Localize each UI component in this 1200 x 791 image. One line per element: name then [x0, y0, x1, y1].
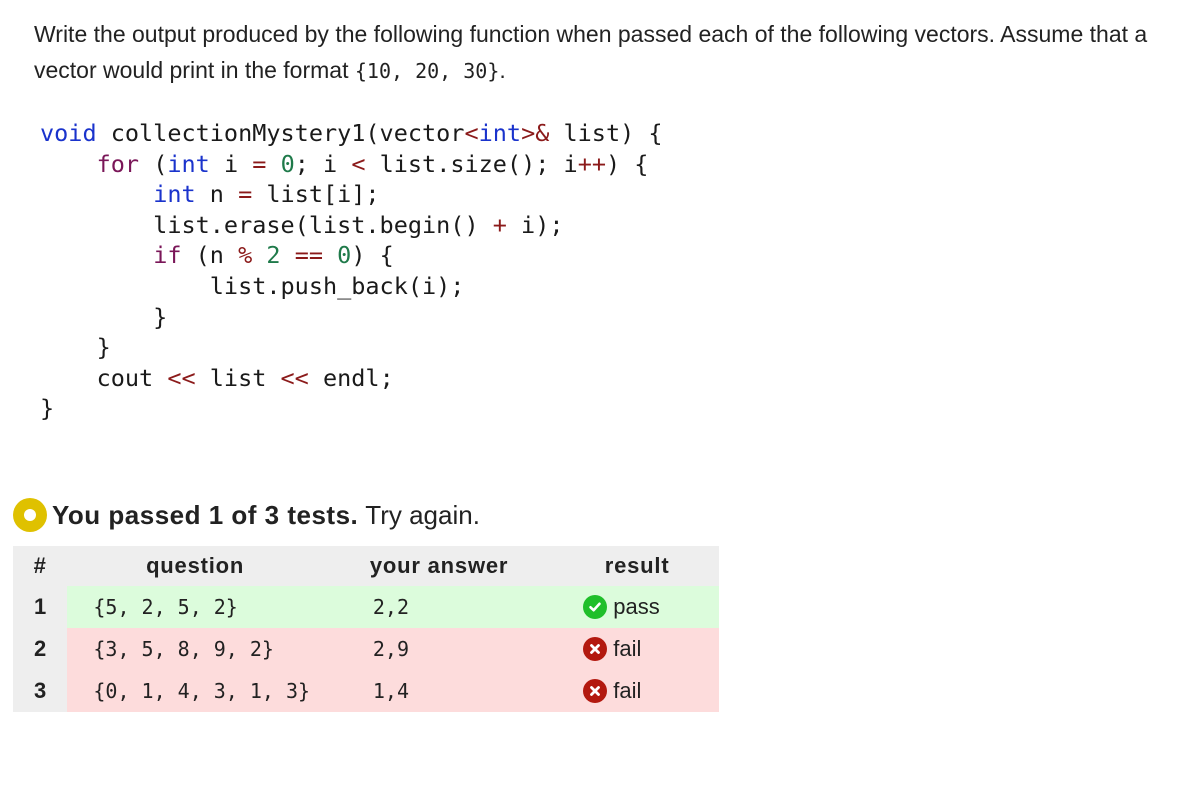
row-number: 1 — [13, 586, 68, 628]
code-token: } — [40, 394, 55, 423]
code-line: list.push_back(i); — [40, 271, 663, 302]
passed-count-text: You passed 1 of 3 tests. — [52, 499, 359, 530]
code-token: i); — [506, 210, 564, 239]
row-question: {5, 2, 5, 2} — [67, 586, 323, 628]
code-line: cout << list << endl; — [40, 363, 663, 394]
code-token: 0 — [280, 149, 295, 178]
code-token: list.size(); i — [365, 149, 578, 178]
code-token: ) { — [351, 241, 394, 270]
x-circle-icon — [583, 679, 608, 703]
table-header-row: # question your answer result — [13, 546, 719, 586]
code-line: list.erase(list.begin() + i); — [40, 210, 663, 241]
table-row: 3 {0, 1, 4, 3, 1, 3} 1,4 fail — [13, 670, 719, 712]
row-question: {0, 1, 4, 3, 1, 3} — [67, 670, 323, 712]
code-token: >& — [521, 119, 550, 147]
code-token: 0 — [337, 241, 352, 270]
row-result: fail — [555, 628, 719, 670]
code-token: + — [492, 210, 507, 239]
code-token: ++ — [577, 149, 606, 178]
code-token: ( — [139, 149, 168, 178]
code-token: for — [96, 149, 140, 178]
code-token: endl; — [308, 363, 394, 392]
code-token: list[i]; — [252, 180, 380, 209]
x-circle-icon — [583, 637, 608, 661]
test-summary: You passed 1 of 3 tests. Try again. — [13, 498, 480, 532]
code-token: cout — [40, 363, 168, 392]
row-question: {3, 5, 8, 9, 2} — [67, 628, 323, 670]
code-block: void collectionMystery1(vector<int>& lis… — [40, 118, 663, 424]
result-label: fail — [613, 678, 642, 703]
format-example: {10, 20, 30} — [354, 59, 500, 83]
check-circle-icon — [583, 595, 608, 619]
header-number: # — [13, 546, 68, 586]
code-token: int — [478, 119, 522, 147]
code-token: == — [294, 241, 323, 270]
code-token: << — [167, 363, 196, 392]
code-token: collectionMystery1(vector — [96, 119, 465, 147]
row-number: 2 — [13, 628, 68, 670]
code-line: for (int i = 0; i < list.size(); i++) { — [40, 149, 663, 180]
code-token: list) { — [549, 119, 663, 147]
header-your-answer: your answer — [322, 546, 556, 586]
code-token: 2 — [266, 241, 281, 270]
row-answer: 2,2 — [322, 586, 556, 628]
code-line: } — [40, 302, 663, 333]
code-token: int — [153, 180, 196, 209]
code-line: void collectionMystery1(vector<int>& lis… — [40, 118, 663, 149]
result-label: pass — [613, 594, 660, 619]
code-token: if — [153, 241, 182, 270]
code-token: < — [464, 119, 479, 147]
code-line: } — [40, 332, 663, 363]
partial-status-icon — [13, 498, 47, 532]
row-answer: 1,4 — [322, 670, 556, 712]
code-line: int n = list[i]; — [40, 179, 663, 210]
code-token: = — [252, 149, 267, 178]
code-line: } — [40, 393, 663, 424]
row-result: fail — [555, 670, 719, 712]
try-again-text: Try again. — [365, 499, 480, 530]
code-token: void — [40, 119, 97, 147]
code-token: (n — [181, 241, 239, 270]
results-table: # question your answer result 1 {5, 2, 5… — [13, 546, 719, 712]
code-token: } — [40, 333, 111, 362]
code-token: ; i — [294, 149, 352, 178]
code-token: int — [167, 149, 210, 178]
code-token: < — [351, 149, 366, 178]
row-number: 3 — [13, 670, 68, 712]
code-token: list.erase(list.begin() — [40, 210, 493, 239]
row-answer: 2,9 — [322, 628, 556, 670]
code-token: % — [238, 241, 253, 270]
header-result: result — [555, 546, 719, 586]
code-line: if (n % 2 == 0) { — [40, 240, 663, 271]
prompt-end: . — [499, 57, 506, 83]
code-token: n — [195, 180, 239, 209]
code-token: << — [280, 363, 309, 392]
code-token: i — [209, 149, 253, 178]
row-result: pass — [555, 586, 719, 628]
prompt-text: Write the output produced by the followi… — [34, 21, 1148, 83]
header-question: question — [67, 546, 323, 586]
result-label: fail — [613, 636, 642, 661]
table-row: 1 {5, 2, 5, 2} 2,2 pass — [13, 586, 719, 628]
code-token: = — [238, 180, 253, 209]
code-token: list — [195, 363, 281, 392]
table-row: 2 {3, 5, 8, 9, 2} 2,9 fail — [13, 628, 719, 670]
code-token: } — [40, 302, 168, 331]
problem-prompt: Write the output produced by the followi… — [34, 16, 1174, 89]
code-token: ) { — [606, 149, 649, 178]
code-token: list.push_back(i); — [40, 271, 465, 300]
